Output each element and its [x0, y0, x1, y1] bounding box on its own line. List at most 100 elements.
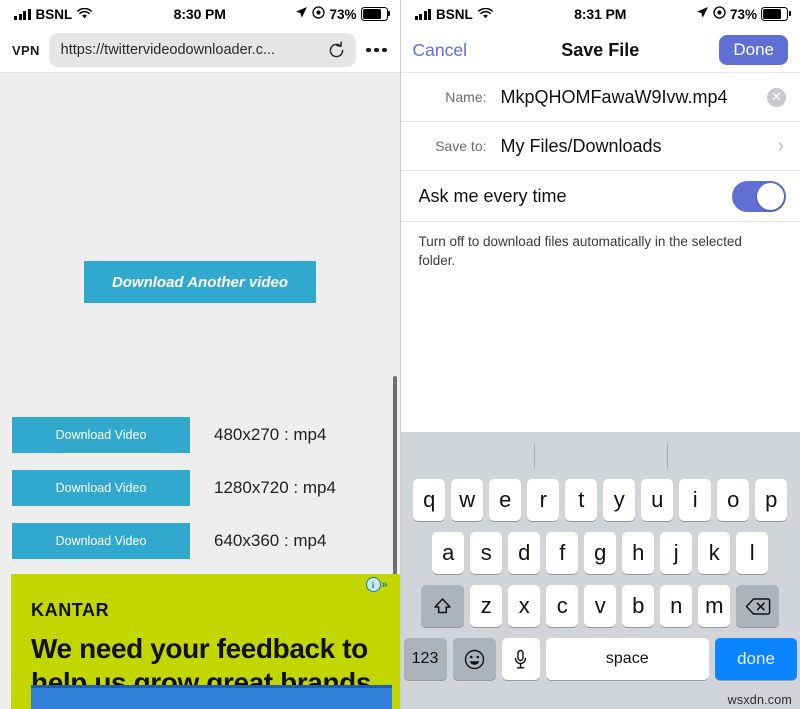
save-file-navbar: Cancel Save File Done: [400, 28, 800, 73]
download-option-row: Download Video 480x270 : mp4: [12, 417, 326, 453]
vpn-indicator: VPN: [12, 42, 40, 58]
more-options-icon[interactable]: [365, 47, 390, 53]
key-h[interactable]: h: [622, 532, 655, 574]
key-u[interactable]: u: [641, 479, 674, 521]
key-y[interactable]: y: [603, 479, 636, 521]
dual-phone-screenshot: BSNL 8:30 PM 73% VPN https://twittervide…: [0, 0, 800, 709]
save-to-row[interactable]: Save to: My Files/Downloads ›: [400, 122, 800, 171]
chevron-right-icon[interactable]: ›: [777, 135, 786, 158]
key-q[interactable]: q: [413, 479, 446, 521]
resolution-label: 1280x720 : mp4: [214, 478, 336, 497]
key-c[interactable]: c: [546, 585, 579, 627]
toggle-knob: [757, 182, 784, 210]
key-p[interactable]: p: [755, 479, 788, 521]
download-option-row: Download Video 640x360 : mp4: [12, 523, 326, 559]
download-video-button[interactable]: Download Video: [12, 470, 190, 506]
key-k[interactable]: k: [698, 532, 731, 574]
ad-cta-button[interactable]: [31, 685, 392, 709]
keyboard-row-3: z x c v b n m: [401, 585, 800, 627]
carrier-label: BSNL: [35, 6, 73, 22]
key-e[interactable]: e: [489, 479, 522, 521]
signal-bars-icon: [14, 8, 31, 20]
watermark-label: wsxdn.com: [727, 693, 792, 707]
address-bar[interactable]: https://twittervideodownloader.c...: [48, 33, 356, 67]
download-option-row: Download Video 1280x720 : mp4: [12, 470, 336, 506]
key-w[interactable]: w: [451, 479, 484, 521]
key-v[interactable]: v: [584, 585, 617, 627]
advertisement-banner[interactable]: i » KANTAR We need your feedback to help…: [11, 574, 400, 709]
adchoices-arrow: »: [381, 578, 388, 591]
key-x[interactable]: x: [508, 585, 541, 627]
alarm-icon: [713, 6, 726, 22]
wifi-icon: [477, 7, 493, 22]
location-arrow-icon: [696, 6, 709, 22]
status-bar-right-group: 73%: [696, 6, 791, 22]
emoji-smiley-icon[interactable]: [452, 638, 496, 680]
shift-arrow-icon[interactable]: [421, 585, 465, 627]
ad-brand-label: KANTAR: [31, 600, 110, 620]
key-b[interactable]: b: [622, 585, 655, 627]
resolution-label: 480x270 : mp4: [214, 425, 327, 444]
carrier-label: BSNL: [436, 6, 473, 22]
keyboard-row-4: 123 space done: [401, 638, 800, 680]
battery-percent-label: 73%: [329, 6, 357, 22]
download-video-button[interactable]: Download Video: [12, 523, 190, 559]
key-i[interactable]: i: [679, 479, 712, 521]
key-m[interactable]: m: [698, 585, 731, 627]
key-g[interactable]: g: [584, 532, 617, 574]
save-to-value: My Files/Downloads: [500, 135, 662, 156]
name-label: Name:: [445, 89, 487, 105]
cancel-button[interactable]: Cancel: [413, 40, 467, 61]
url-text: https://twittervideodownloader.c...: [60, 42, 276, 58]
status-bar-left: BSNL 8:30 PM 73%: [0, 0, 400, 28]
numbers-key[interactable]: 123: [403, 638, 447, 680]
key-d[interactable]: d: [508, 532, 541, 574]
alarm-icon: [312, 6, 326, 22]
key-s[interactable]: s: [470, 532, 503, 574]
wifi-icon: [77, 7, 93, 22]
battery-icon: [360, 7, 390, 21]
done-button[interactable]: Done: [719, 35, 788, 65]
adchoices-info-icon[interactable]: i »: [365, 577, 396, 592]
ask-every-time-row[interactable]: Ask me every time: [400, 171, 800, 222]
left-phone-panel: BSNL 8:30 PM 73% VPN https://twittervide…: [0, 0, 401, 709]
status-bar-right: BSNL 8:31 PM 73%: [400, 0, 800, 28]
keyboard-done-key[interactable]: done: [715, 638, 797, 680]
key-o[interactable]: o: [717, 479, 750, 521]
keyboard-row-2: a s d f g h j k l: [401, 532, 800, 574]
browser-url-bar: VPN https://twittervideodownloader.c...: [0, 28, 400, 73]
key-z[interactable]: z: [470, 585, 503, 627]
download-video-button[interactable]: Download Video: [12, 417, 190, 453]
key-j[interactable]: j: [660, 532, 693, 574]
key-f[interactable]: f: [546, 532, 579, 574]
backspace-icon[interactable]: [736, 585, 780, 627]
right-phone-panel: BSNL 8:31 PM 73% Cancel Save File Done N…: [400, 0, 800, 709]
key-t[interactable]: t: [565, 479, 598, 521]
status-bar-right-group: 73%: [295, 6, 390, 22]
reload-icon[interactable]: [327, 40, 346, 60]
webview-content: Download Another video Download Video 48…: [0, 73, 400, 709]
adchoices-i-glyph: i: [365, 577, 381, 592]
location-arrow-icon: [295, 6, 308, 22]
resolution-label: 640x360 : mp4: [214, 531, 327, 550]
name-field-row[interactable]: Name: MkpQHOMFawaW9Ivw.mp4 ✕: [400, 73, 800, 122]
ask-every-time-toggle[interactable]: [732, 180, 786, 212]
signal-bars-icon: [414, 8, 431, 20]
key-a[interactable]: a: [432, 532, 465, 574]
name-input[interactable]: MkpQHOMFawaW9Ivw.mp4: [501, 87, 768, 108]
save-to-label: Save to:: [435, 138, 487, 154]
space-key[interactable]: space: [545, 638, 709, 680]
predictive-divider: [533, 444, 535, 468]
keyboard-row-1: q w e r t y u i o p: [401, 479, 800, 521]
key-r[interactable]: r: [527, 479, 560, 521]
key-n[interactable]: n: [660, 585, 693, 627]
key-l[interactable]: l: [736, 532, 769, 574]
status-bar-left-group: BSNL: [414, 6, 493, 22]
download-another-video-button[interactable]: Download Another video: [84, 261, 316, 303]
clear-field-icon[interactable]: ✕: [767, 87, 786, 107]
battery-percent-label: 73%: [729, 6, 757, 22]
predictive-text-bar[interactable]: [401, 432, 800, 479]
ask-every-time-hint: Turn off to download files automatically…: [418, 234, 742, 268]
microphone-icon[interactable]: [501, 638, 540, 680]
ask-every-time-label: Ask me every time: [418, 185, 567, 206]
